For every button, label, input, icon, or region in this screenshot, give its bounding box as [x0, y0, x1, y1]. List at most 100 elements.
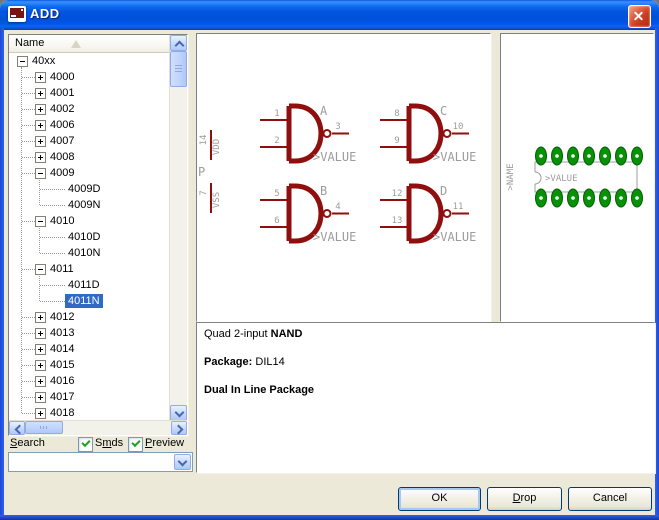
- combobox-dropdown-button[interactable]: [174, 454, 191, 470]
- gate-name: A: [320, 104, 328, 118]
- tree-item-label: 4010: [47, 214, 77, 228]
- tree-item-label: 4010D: [65, 230, 103, 244]
- search-input[interactable]: [11, 455, 169, 469]
- tree-item[interactable]: 4011D: [9, 277, 170, 293]
- tree-expand-toggle[interactable]: [35, 312, 46, 323]
- tree-expand-toggle[interactable]: [35, 168, 46, 179]
- nand-gate-a: A 1 2 3 >VALUE: [257, 100, 365, 180]
- tree-item[interactable]: 40xx: [9, 53, 170, 69]
- tree-expand-toggle[interactable]: [35, 392, 46, 403]
- search-combobox[interactable]: [8, 452, 193, 472]
- ok-button[interactable]: OK: [398, 487, 481, 511]
- tree-expand-toggle[interactable]: [35, 216, 46, 227]
- smds-checkbox[interactable]: [78, 437, 93, 452]
- tree-column-header-name[interactable]: Name: [9, 35, 170, 53]
- tree-expand-toggle[interactable]: [35, 264, 46, 275]
- app-icon: [8, 6, 26, 22]
- drop-button[interactable]: Drop: [487, 487, 562, 511]
- tree-item-label: 4014: [47, 342, 77, 356]
- scroll-down-button[interactable]: [170, 405, 187, 421]
- tree-item[interactable]: 4018: [9, 405, 170, 421]
- tree-expand-toggle[interactable]: [35, 136, 46, 147]
- description-panel: Quad 2-input NAND Package: DIL14 Dual In…: [196, 322, 655, 473]
- tree-item-label: 4012: [47, 310, 77, 324]
- tree-item[interactable]: 4011N: [9, 293, 170, 309]
- gate-name: D: [440, 184, 447, 198]
- nand-gate-c: C 8 9 10 >VALUE: [377, 100, 485, 180]
- tree-item[interactable]: 4013: [9, 325, 170, 341]
- tree-item[interactable]: 4002: [9, 101, 170, 117]
- power-gate-label: P: [198, 165, 205, 179]
- tree-item[interactable]: 4011: [9, 261, 170, 277]
- tree-expand-toggle[interactable]: [35, 376, 46, 387]
- tree-item-label: 4009: [47, 166, 77, 180]
- input-pin-number: 9: [394, 136, 399, 146]
- tree-vertical-scrollbar[interactable]: [169, 35, 187, 421]
- checkmark-icon: [81, 438, 90, 447]
- smds-checkbox-label[interactable]: Smds: [95, 437, 123, 449]
- tree-item-label: 4016: [47, 374, 77, 388]
- tree-item-label: 4000: [47, 70, 77, 84]
- preview-checkbox-label[interactable]: Preview: [145, 437, 184, 449]
- scroll-left-button[interactable]: [9, 421, 25, 435]
- description-line-3: Dual In Line Package: [204, 384, 314, 396]
- tree-expand-toggle[interactable]: [35, 72, 46, 83]
- search-label: Search: [10, 437, 45, 449]
- tree-item[interactable]: 4010: [9, 213, 170, 229]
- tree-item[interactable]: 4015: [9, 357, 170, 373]
- cancel-button[interactable]: Cancel: [568, 487, 652, 511]
- tree-item[interactable]: 4016: [9, 373, 170, 389]
- chevron-right-icon: [174, 425, 184, 435]
- scroll-up-button[interactable]: [170, 35, 187, 51]
- tree-expand-toggle[interactable]: [35, 328, 46, 339]
- tree-item-label: 4011N: [65, 294, 103, 308]
- tree-item[interactable]: 4007: [9, 133, 170, 149]
- tree-item-label: 4013: [47, 326, 77, 340]
- value-placeholder: >VALUE: [433, 230, 476, 244]
- tree-item[interactable]: 4006: [9, 117, 170, 133]
- input-pin-number: 8: [394, 109, 399, 119]
- input-pin-number: 6: [274, 216, 279, 226]
- tree-item-label: 4009N: [65, 198, 103, 212]
- tree-item-label: 4007: [47, 134, 77, 148]
- input-pin-number: 12: [392, 189, 403, 199]
- chevron-down-icon: [178, 457, 188, 467]
- tree-item[interactable]: 4014: [9, 341, 170, 357]
- tree-horizontal-scrollbar[interactable]: [9, 420, 187, 435]
- tree-item[interactable]: 4010D: [9, 229, 170, 245]
- tree-item[interactable]: 4009D: [9, 181, 170, 197]
- close-button[interactable]: [628, 5, 651, 28]
- tree-expand-toggle[interactable]: [35, 120, 46, 131]
- tree-item[interactable]: 4010N: [9, 245, 170, 261]
- tree-rows: 40xx 4000 4001 4002 4006 4007: [9, 53, 170, 421]
- tree-item-label: 4008: [47, 150, 77, 164]
- gate-name: B: [320, 184, 327, 198]
- tree-item[interactable]: 4012: [9, 309, 170, 325]
- tree-expand-toggle[interactable]: [35, 408, 46, 419]
- tree-item-label: 4017: [47, 390, 77, 404]
- gate-name: C: [440, 104, 447, 118]
- tree-item[interactable]: 4009N: [9, 197, 170, 213]
- description-line-2: Package: DIL14: [204, 356, 285, 368]
- tree-item-label: 4006: [47, 118, 77, 132]
- tree-expand-toggle[interactable]: [35, 344, 46, 355]
- tree-expand-toggle[interactable]: [35, 152, 46, 163]
- vertical-scroll-thumb[interactable]: [170, 51, 187, 87]
- add-dialog: ADD Name 40xx 4000 4001: [0, 0, 659, 520]
- preview-checkbox[interactable]: [128, 437, 143, 452]
- tree-item[interactable]: 4008: [9, 149, 170, 165]
- tree-expand-toggle[interactable]: [35, 360, 46, 371]
- vss-pin-name: VSS: [212, 185, 224, 215]
- tree-item[interactable]: 4009: [9, 165, 170, 181]
- tree-expand-toggle[interactable]: [35, 104, 46, 115]
- tree-item[interactable]: 4017: [9, 389, 170, 405]
- tree-expand-toggle[interactable]: [35, 88, 46, 99]
- tree-item[interactable]: 4000: [9, 69, 170, 85]
- scroll-right-button[interactable]: [171, 421, 187, 435]
- title-bar[interactable]: ADD: [0, 0, 659, 30]
- tree-item[interactable]: 4001: [9, 85, 170, 101]
- value-placeholder: >VALUE: [433, 150, 476, 164]
- tree-expand-toggle[interactable]: [17, 56, 28, 67]
- tree-item-label: 4009D: [65, 182, 103, 196]
- horizontal-scroll-thumb[interactable]: [25, 421, 63, 434]
